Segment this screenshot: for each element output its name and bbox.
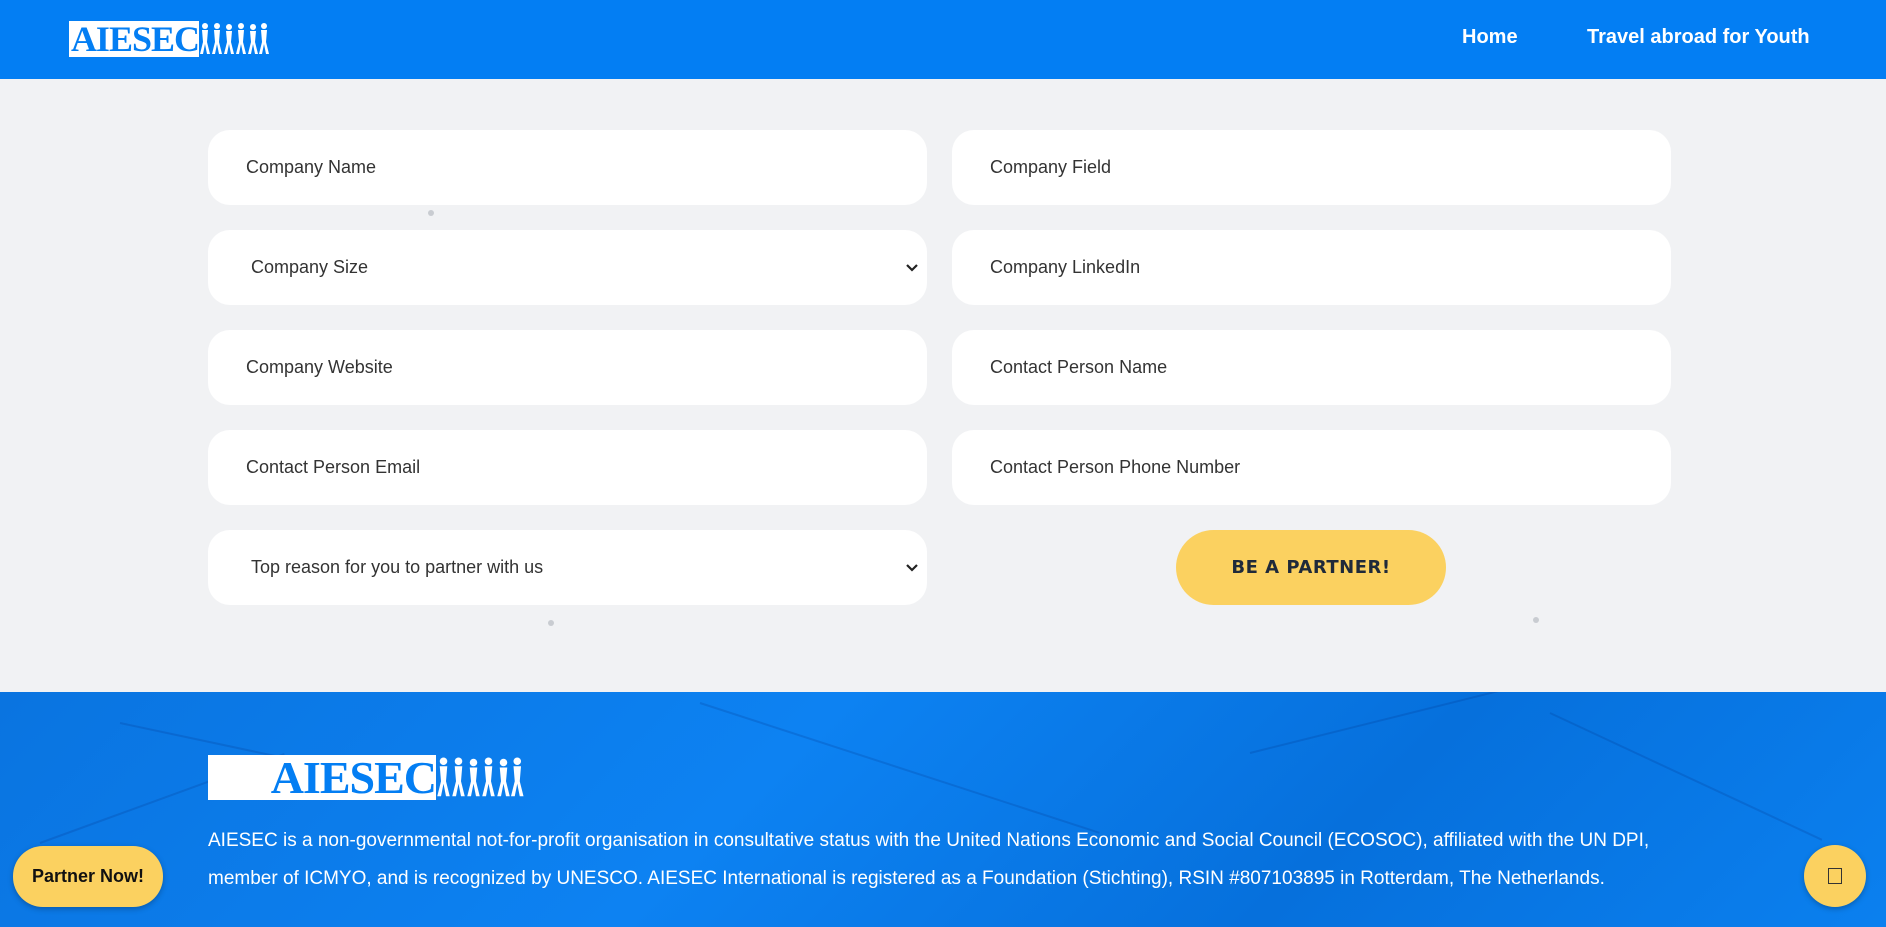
chat-button[interactable] <box>1804 845 1866 907</box>
logo-people-icon <box>437 757 524 797</box>
company-website-input[interactable]: Company Website <box>208 330 927 405</box>
logo-people-icon <box>200 23 269 54</box>
footer-description: AIESEC is a non-governmental not-for-pro… <box>208 830 1650 889</box>
contact-person-phone-input[interactable]: Contact Person Phone Number <box>952 430 1671 505</box>
footer-aiesec-logo[interactable]: AIESEC <box>208 752 526 803</box>
chevron-down-icon <box>901 557 923 579</box>
contact-person-name-input[interactable]: Contact Person Name <box>952 330 1671 405</box>
paper-texture <box>1249 692 1619 754</box>
logo-wordmark: AIESEC <box>69 19 200 59</box>
partner-now-button[interactable]: Partner Now! <box>13 846 163 907</box>
background-speck <box>548 620 554 626</box>
contact-person-email-placeholder: Contact Person Email <box>246 457 421 477</box>
company-linkedin-placeholder: Company LinkedIn <box>990 257 1141 277</box>
background-speck <box>1533 617 1539 623</box>
company-size-selected: Company Size <box>251 257 369 277</box>
background-speck <box>428 210 434 216</box>
contact-person-name-placeholder: Contact Person Name <box>990 357 1168 377</box>
chat-icon <box>1828 868 1842 884</box>
contact-person-phone-placeholder: Contact Person Phone Number <box>990 457 1241 477</box>
partner-reason-selected: Top reason for you to partner with us <box>251 557 544 577</box>
company-field-placeholder: Company Field <box>990 157 1112 177</box>
aiesec-logo[interactable]: AIESEC <box>69 19 271 59</box>
contact-person-email-input[interactable]: Contact Person Email <box>208 430 927 505</box>
company-field-input[interactable]: Company Field <box>952 130 1671 205</box>
footer-logo-wordmark: AIESEC <box>208 752 437 803</box>
paper-texture <box>699 702 1100 834</box>
company-website-placeholder: Company Website <box>246 357 393 377</box>
company-name-input[interactable]: Company Name <box>208 130 927 205</box>
company-size-select[interactable]: Company Size <box>208 230 927 305</box>
be-a-partner-button[interactable]: BE A PARTNER! <box>1176 530 1446 605</box>
partner-reason-select[interactable]: Top reason for you to partner with us <box>208 530 927 605</box>
company-name-placeholder: Company Name <box>246 157 377 177</box>
chevron-down-icon <box>901 257 923 279</box>
nav-home-link[interactable]: Home <box>1462 26 1518 49</box>
company-linkedin-input[interactable]: Company LinkedIn <box>952 230 1671 305</box>
nav-travel-abroad-link[interactable]: Travel abroad for Youth <box>1587 26 1810 49</box>
site-header: AIESEC Home Travel abroad for Youth <box>0 0 1886 79</box>
